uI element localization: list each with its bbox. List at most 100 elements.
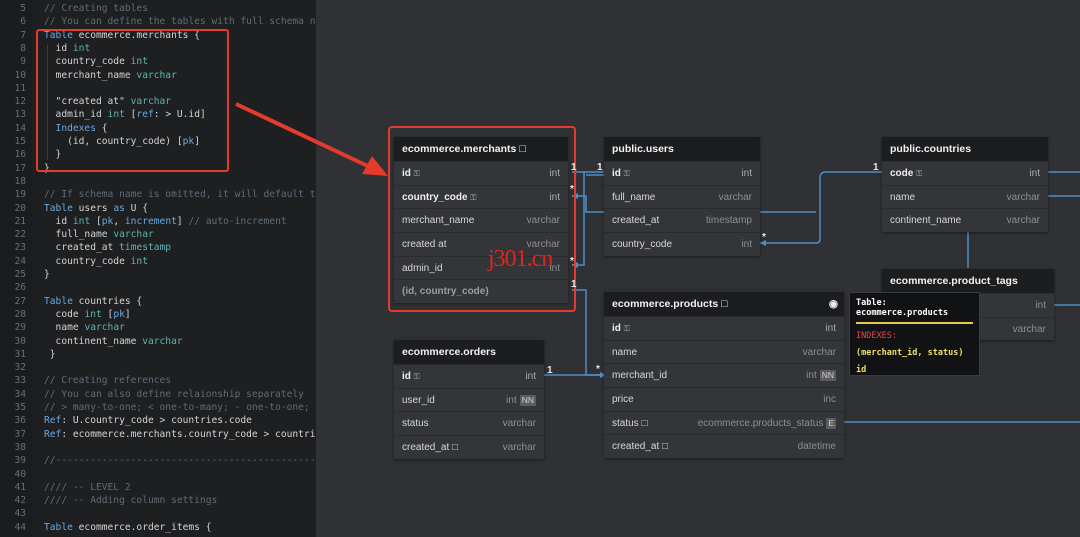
table-public-users[interactable]: public.users id ⚿ int full_name varchar cr… (604, 137, 760, 256)
note-icon: □ (519, 143, 526, 155)
column-row[interactable]: created_at timestamp (604, 208, 760, 232)
cardinality-one: 1 (571, 162, 577, 173)
column-row[interactable]: id ⚿ int (394, 161, 568, 185)
code-line[interactable]: 36 Ref: U.country_code > countries.code (0, 414, 316, 427)
key-icon: ⚿ (623, 169, 630, 178)
code-token: ] (124, 308, 131, 320)
code-line[interactable]: 25} (0, 268, 316, 281)
column-row[interactable]: created_at □ varchar (394, 435, 544, 459)
code-token: } (44, 348, 56, 360)
code-editor[interactable]: 5 // Creating tables 6 // You can define th… (0, 0, 316, 537)
code-line[interactable]: 41 //// -- LEVEL 2 (0, 481, 316, 494)
column-row[interactable]: continent_name varchar (882, 208, 1048, 232)
column-row[interactable]: id ⚿ int (394, 364, 544, 388)
table-public-countries[interactable]: public.countries code ⚿ int name varchar c… (882, 137, 1048, 233)
code-line[interactable]: 21 id int [pk, increment] // auto-increm… (0, 215, 316, 228)
code-line[interactable]: 19 // If schema name is omitted, it will … (0, 188, 316, 201)
code-line[interactable]: 30 continent_name varchar (0, 335, 316, 348)
column-row[interactable]: id ⚿ int (604, 316, 844, 340)
note-icon: □ (452, 442, 459, 454)
note-icon: □ (641, 417, 648, 429)
column-row[interactable]: country_code ⚿ int (394, 184, 568, 209)
code-line[interactable]: 44 Table ecommerce.order_items { (0, 521, 316, 534)
line-number: 13 (14, 109, 26, 121)
code-line[interactable]: 34 // You can also define relaionship sep… (0, 388, 316, 401)
table-title[interactable]: ecommerce.merchants □ (394, 137, 568, 161)
code-line[interactable]: 40 (0, 468, 316, 481)
code-line[interactable]: 28 code int [pk] (0, 308, 316, 321)
table-ecommerce-orders[interactable]: ecommerce.orders id ⚿ int user_id int NN st… (394, 340, 544, 459)
line-number: 8 (20, 42, 26, 54)
line-number: 21 (14, 215, 26, 227)
code-line[interactable]: 31 } (0, 348, 316, 361)
diagram-canvas[interactable]: ecommerce.merchants □ id ⚿ int country_co… (316, 0, 1080, 537)
code-line[interactable]: 39 //------------------------------------… (0, 454, 316, 467)
tooltip-indexes-label: INDEXES: (856, 331, 897, 341)
code-token: varchar (142, 335, 183, 347)
column-row[interactable]: price inc (604, 387, 844, 411)
line-number: 42 (14, 495, 26, 507)
column-row[interactable]: merchant_name varchar (394, 208, 568, 232)
code-token: pk (113, 308, 125, 320)
code-line[interactable]: 35 // > many-to-one; < one-to-many; - one… (0, 401, 316, 414)
cardinality-many: * (570, 256, 574, 267)
cardinality-one: 1 (597, 162, 603, 173)
code-line[interactable]: 32 (0, 361, 316, 374)
table-title[interactable]: ecommerce.products □ ◉ (604, 292, 844, 316)
code-line[interactable]: 6 // You can define the tables with full … (0, 15, 316, 28)
column-row[interactable]: full_name varchar (604, 184, 760, 209)
palette-icon[interactable]: ◉ (829, 292, 838, 316)
table-title[interactable]: ecommerce.orders (394, 340, 544, 364)
column-row[interactable]: country_code int (604, 232, 760, 256)
column-row[interactable]: created_at □ datetime (604, 434, 844, 458)
code-line[interactable]: 37 Ref: ecommerce.merchants.country_code … (0, 428, 316, 441)
column-row[interactable]: name varchar (604, 339, 844, 364)
code-line[interactable]: 38 (0, 441, 316, 454)
code-line[interactable]: 33 // Creating references (0, 374, 316, 387)
column-row[interactable]: status □ ecommerce.products_status E (604, 410, 844, 435)
code-token: int (72, 215, 96, 227)
key-icon: ⚿ (623, 324, 630, 333)
code-line[interactable]: 5 // Creating tables (0, 2, 316, 15)
column-row[interactable]: code ⚿ int (882, 161, 1048, 185)
table-ecommerce-merchants[interactable]: ecommerce.merchants □ id ⚿ int country_co… (394, 137, 568, 304)
code-token: Table (44, 521, 79, 533)
code-line[interactable]: 24 country_code int (0, 255, 316, 268)
code-token: // auto-increment (188, 215, 287, 227)
column-row[interactable]: status varchar (394, 411, 544, 435)
code-token: full_name (44, 229, 114, 241)
key-icon: ⚿ (916, 169, 923, 178)
index-row[interactable]: (id, country_code) (394, 279, 568, 303)
code-line[interactable]: 23 created_at timestamp (0, 241, 316, 254)
column-row[interactable]: id ⚿ int (604, 161, 760, 185)
code-token: ecommerce.order_items { (78, 521, 212, 533)
table-ecommerce-products[interactable]: ecommerce.products □ ◉ id ⚿ int name varcha… (604, 292, 844, 459)
code-line[interactable]: 29 name varchar (0, 321, 316, 334)
cardinality-one: 1 (571, 279, 577, 290)
cardinality-many: * (570, 184, 574, 195)
column-row[interactable]: merchant_id int NN (604, 363, 844, 387)
code-token: //// -- Adding column settings (44, 495, 218, 507)
line-number: 43 (14, 508, 26, 520)
code-line[interactable]: 42 //// -- Adding column settings (0, 494, 316, 507)
column-row[interactable]: user_id int NN (394, 387, 544, 412)
code-line[interactable]: 22 full_name varchar (0, 228, 316, 241)
column-row[interactable]: name varchar (882, 184, 1048, 209)
code-token: int (84, 308, 108, 320)
code-token: ] (176, 215, 189, 227)
cardinality-one: 1 (873, 162, 879, 173)
code-line[interactable]: 27 Table countries { (0, 295, 316, 308)
code-line[interactable]: 20 Table users as U { (0, 202, 316, 215)
code-line[interactable]: 18 (0, 175, 316, 188)
table-title[interactable]: ecommerce.product_tags (882, 269, 1054, 293)
code-token: // Creating tables (44, 3, 148, 14)
code-line[interactable]: 43 (0, 507, 316, 520)
code-token: } (44, 269, 50, 280)
table-title[interactable]: public.countries (882, 137, 1048, 161)
code-token: pk (101, 215, 114, 227)
code-token: : U.country_code > countries.code (61, 415, 252, 427)
code-token: created_at (44, 242, 120, 254)
table-title[interactable]: public.users (604, 137, 760, 161)
line-number: 30 (14, 335, 26, 347)
code-line[interactable]: 26 (0, 281, 316, 294)
